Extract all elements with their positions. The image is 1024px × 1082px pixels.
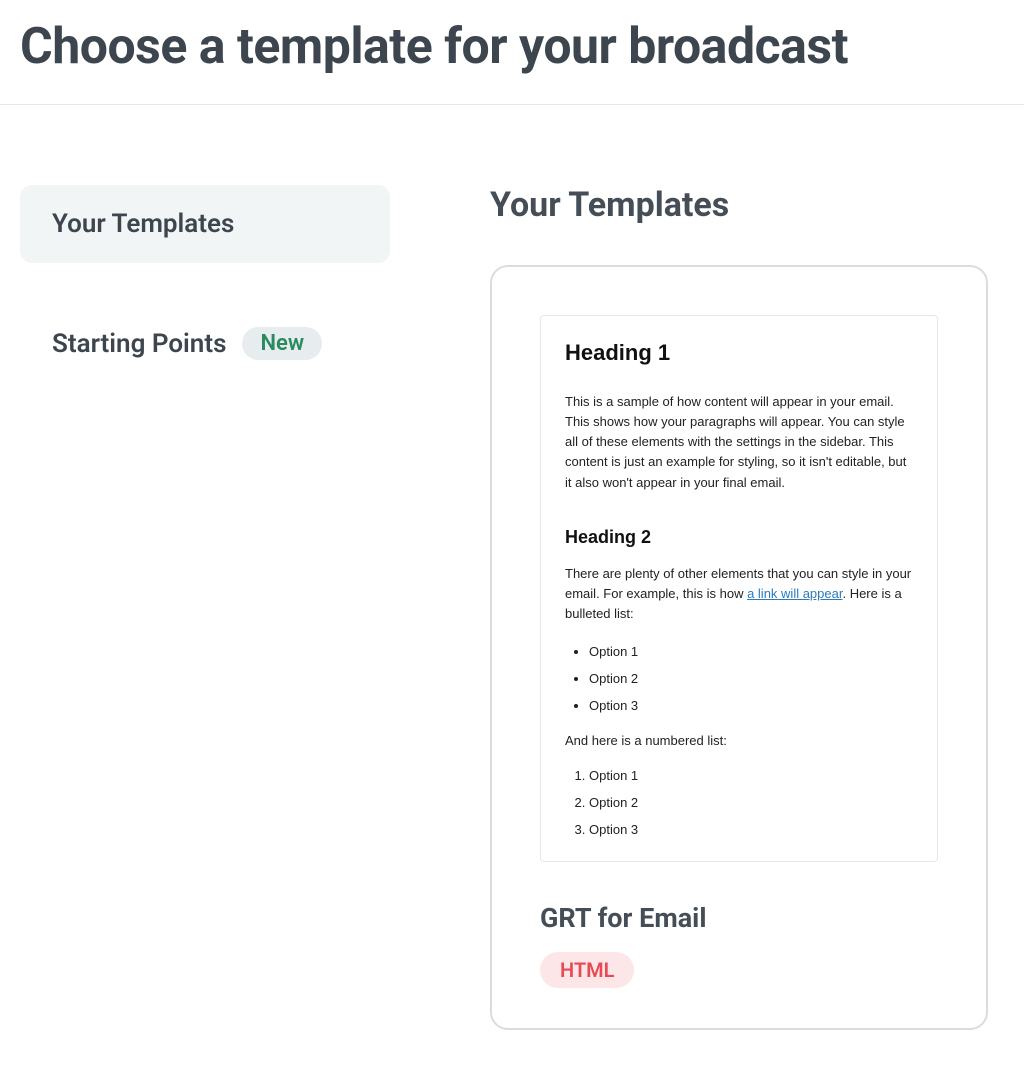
content-area: Your Templates Starting Points New Your …	[0, 105, 1024, 1070]
template-preview: Heading 1 This is a sample of how conten…	[540, 315, 938, 862]
sidebar-item-your-templates[interactable]: Your Templates	[20, 185, 390, 263]
sidebar: Your Templates Starting Points New	[20, 185, 390, 1030]
section-title: Your Templates	[490, 185, 1004, 225]
list-item: Option 1	[589, 644, 913, 659]
preview-link: a link will appear	[747, 586, 842, 601]
new-badge: New	[242, 327, 322, 360]
template-name: GRT for Email	[540, 902, 938, 934]
page-header: Choose a template for your broadcast	[0, 0, 1024, 105]
list-item: Option 3	[589, 698, 913, 713]
sidebar-item-label: Your Templates	[52, 209, 234, 239]
template-card-grt-for-email[interactable]: Heading 1 This is a sample of how conten…	[490, 265, 988, 1030]
list-item: Option 1	[589, 768, 913, 783]
list-item: Option 3	[589, 822, 913, 837]
page-title: Choose a template for your broadcast	[20, 18, 1004, 76]
sidebar-item-label: Starting Points	[52, 329, 226, 359]
list-item: Option 2	[589, 671, 913, 686]
template-type-badge: HTML	[540, 952, 634, 988]
sidebar-item-starting-points[interactable]: Starting Points New	[20, 303, 390, 384]
preview-numbered-list: Option 1 Option 2 Option 3	[565, 768, 913, 837]
preview-bulleted-list: Option 1 Option 2 Option 3	[565, 644, 913, 713]
preview-paragraph-1: This is a sample of how content will app…	[565, 392, 913, 493]
preview-heading-2: Heading 2	[565, 527, 913, 548]
preview-paragraph-3: And here is a numbered list:	[565, 733, 913, 748]
preview-heading-1: Heading 1	[565, 340, 913, 366]
preview-paragraph-2: There are plenty of other elements that …	[565, 564, 913, 624]
main-panel: Your Templates Heading 1 This is a sampl…	[490, 185, 1004, 1030]
list-item: Option 2	[589, 795, 913, 810]
